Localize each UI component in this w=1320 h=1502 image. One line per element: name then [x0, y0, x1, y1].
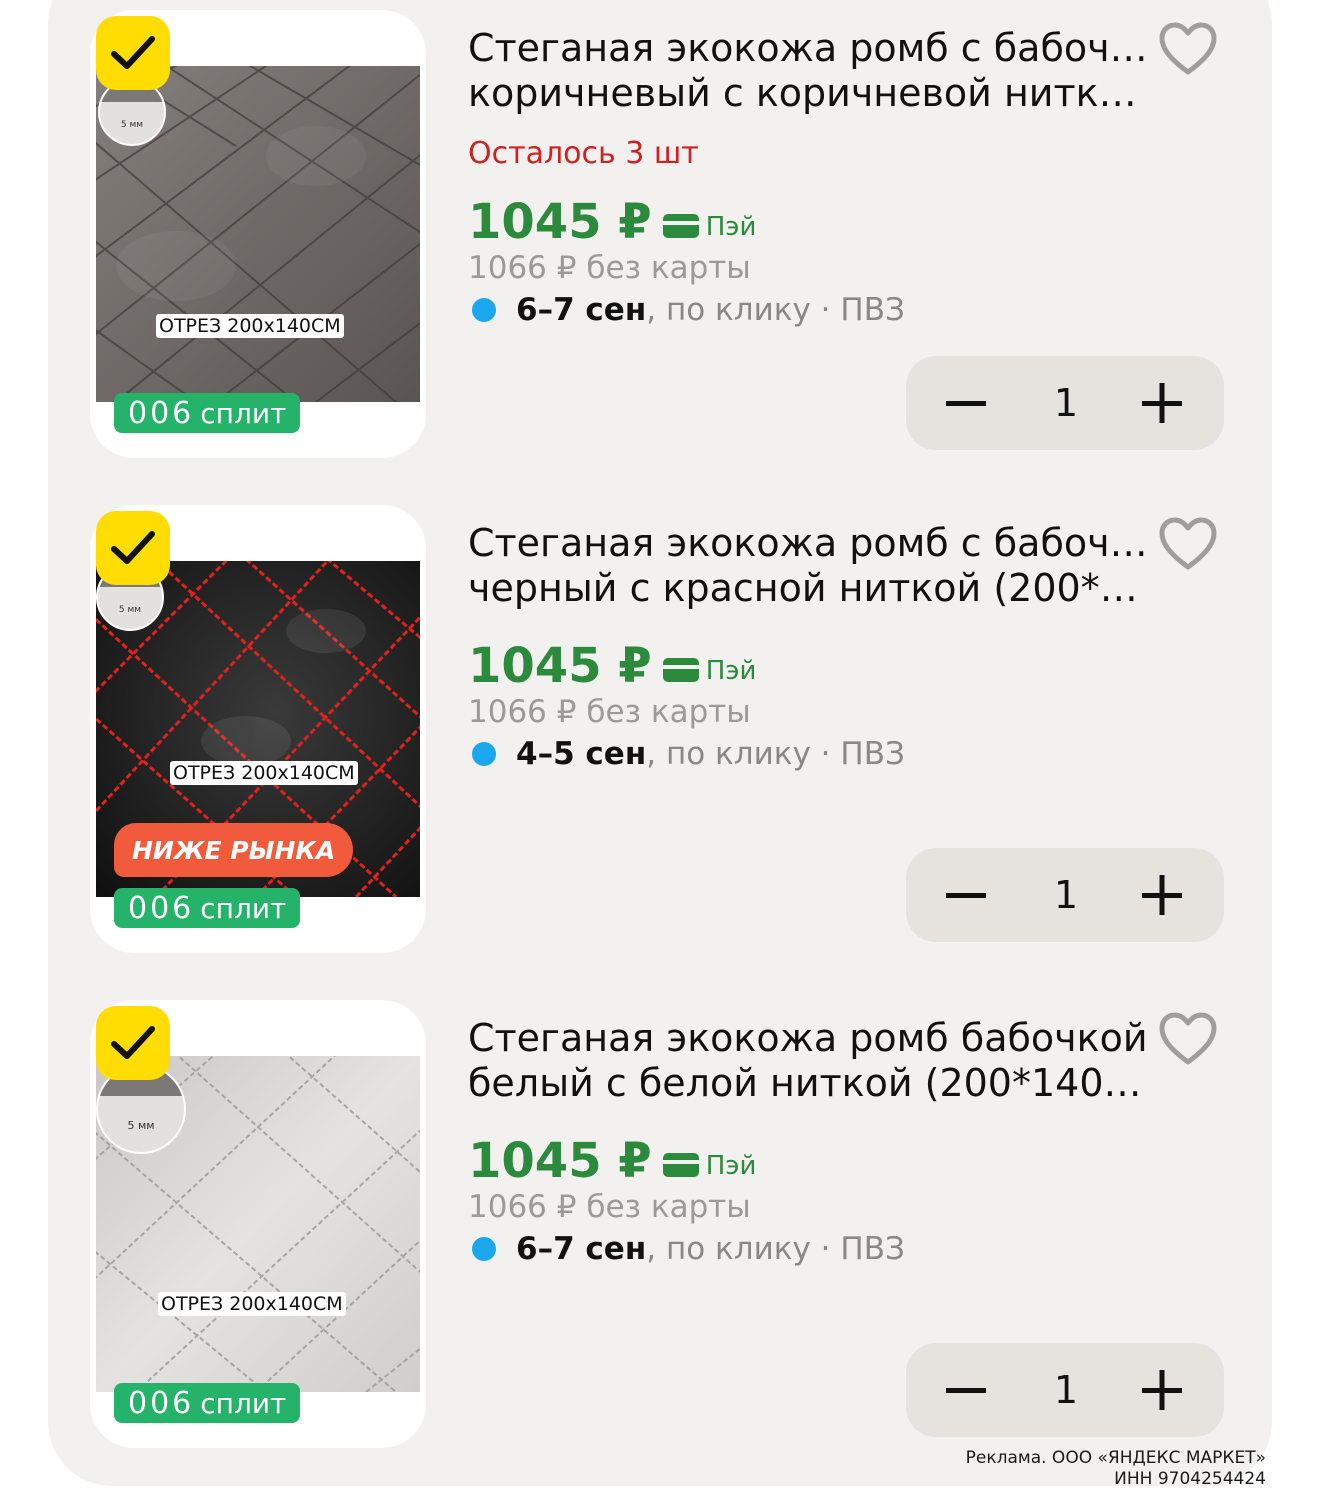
below-market-badge: НИЖЕ РЫНКА: [114, 823, 354, 877]
price-row: 1045 ₽ Пэй: [468, 194, 756, 250]
product-title[interactable]: Стеганая экокожа ромб с бабочкой коричне…: [468, 26, 1148, 116]
card-icon: [662, 658, 699, 682]
split-label: сплит: [200, 1386, 287, 1420]
ad-disclaimer: Реклама. ООО «ЯНДЕКС МАРКЕТ» ИНН 9704254…: [966, 1448, 1266, 1490]
minus-icon[interactable]: [944, 1367, 988, 1413]
delivery-date: 6–7 сен: [516, 292, 647, 328]
plus-icon[interactable]: [1140, 380, 1184, 426]
split-digits: 006: [128, 890, 195, 926]
select-checkbox[interactable]: [96, 1006, 170, 1080]
quantity-value: 1: [1053, 1368, 1079, 1412]
favorite-heart-icon[interactable]: [1158, 1012, 1218, 1068]
delivery-date: 4–5 сен: [516, 736, 647, 772]
favorite-heart-icon[interactable]: [1158, 22, 1218, 78]
quantity-stepper: 1: [906, 848, 1224, 942]
split-badge: 006 сплит: [114, 1383, 301, 1423]
price: 1045 ₽: [468, 1133, 652, 1189]
delivery-method: , по клику · ПВЗ: [646, 292, 905, 328]
delivery-info: 4–5 сен , по клику · ПВЗ: [472, 736, 905, 772]
check-icon: [111, 531, 155, 564]
quantity-stepper: 1: [906, 356, 1224, 450]
stock-left-text: Осталось 3 шт: [468, 136, 699, 171]
delivery-method: , по клику · ПВЗ: [646, 736, 905, 772]
price-row: 1045 ₽ Пэй: [468, 1133, 756, 1189]
pay-label: Пэй: [705, 1151, 757, 1181]
split-digits: 006: [128, 1385, 195, 1421]
check-icon: [111, 1026, 155, 1059]
delivery-date: 6–7 сен: [516, 1231, 647, 1267]
select-checkbox[interactable]: [96, 511, 170, 585]
ad-disclaimer-line2: ИНН 9704254424: [1114, 1469, 1266, 1489]
price-without-card: 1066 ₽ без карты: [468, 694, 751, 730]
split-label: сплит: [200, 396, 287, 430]
split-badge: 006 сплит: [114, 888, 301, 928]
quantity-value: 1: [1053, 381, 1079, 425]
delivery-dot-icon: [472, 298, 496, 322]
cart-item: 5 мм ОТРЕЗ 200x140СМ 006 сплит Стеганая …: [0, 990, 1320, 1450]
delivery-dot-icon: [472, 1237, 496, 1261]
split-badge: 006 сплит: [114, 393, 301, 433]
favorite-heart-icon[interactable]: [1158, 517, 1218, 573]
minus-icon[interactable]: [944, 872, 988, 918]
delivery-dot-icon: [472, 742, 496, 766]
quantity-stepper: 1: [906, 1343, 1224, 1437]
ad-disclaimer-line1: Реклама. ООО «ЯНДЕКС МАРКЕТ»: [965, 1448, 1266, 1468]
plus-icon[interactable]: [1140, 872, 1184, 918]
price-row: 1045 ₽ Пэй: [468, 638, 756, 694]
card-icon: [662, 214, 699, 238]
price: 1045 ₽: [468, 194, 652, 250]
select-checkbox[interactable]: [96, 16, 170, 90]
delivery-info: 6–7 сен , по клику · ПВЗ: [472, 1231, 905, 1267]
cut-size-label: ОТРЕЗ 200x140СМ: [170, 761, 358, 785]
price-without-card: 1066 ₽ без карты: [468, 250, 751, 286]
cut-size-label: ОТРЕЗ 200x140СМ: [158, 1292, 346, 1316]
delivery-method: , по клику · ПВЗ: [646, 1231, 905, 1267]
price-without-card: 1066 ₽ без карты: [468, 1189, 751, 1225]
split-label: сплит: [200, 891, 287, 925]
quantity-value: 1: [1053, 873, 1079, 917]
product-title[interactable]: Стеганая экокожа ромб с бабочкой черный …: [468, 521, 1148, 611]
pay-label: Пэй: [705, 212, 757, 242]
product-title[interactable]: Стеганая экокожа ромб бабочкой белый с б…: [468, 1016, 1148, 1106]
delivery-info: 6–7 сен , по клику · ПВЗ: [472, 292, 905, 328]
card-icon: [662, 1153, 699, 1177]
cut-size-label: ОТРЕЗ 200x140СМ: [156, 314, 344, 338]
cart-item: 5 мм ОТРЕЗ 200x140СМ 006 сплит Стеганая …: [0, 0, 1320, 460]
plus-icon[interactable]: [1140, 1367, 1184, 1413]
check-icon: [111, 36, 155, 69]
pay-label: Пэй: [705, 656, 757, 686]
cart-item: 5 мм ОТРЕЗ 200x140СМ НИЖЕ РЫНКА 006 спли…: [0, 495, 1320, 955]
price: 1045 ₽: [468, 638, 652, 694]
minus-icon[interactable]: [944, 380, 988, 426]
split-digits: 006: [128, 395, 195, 431]
